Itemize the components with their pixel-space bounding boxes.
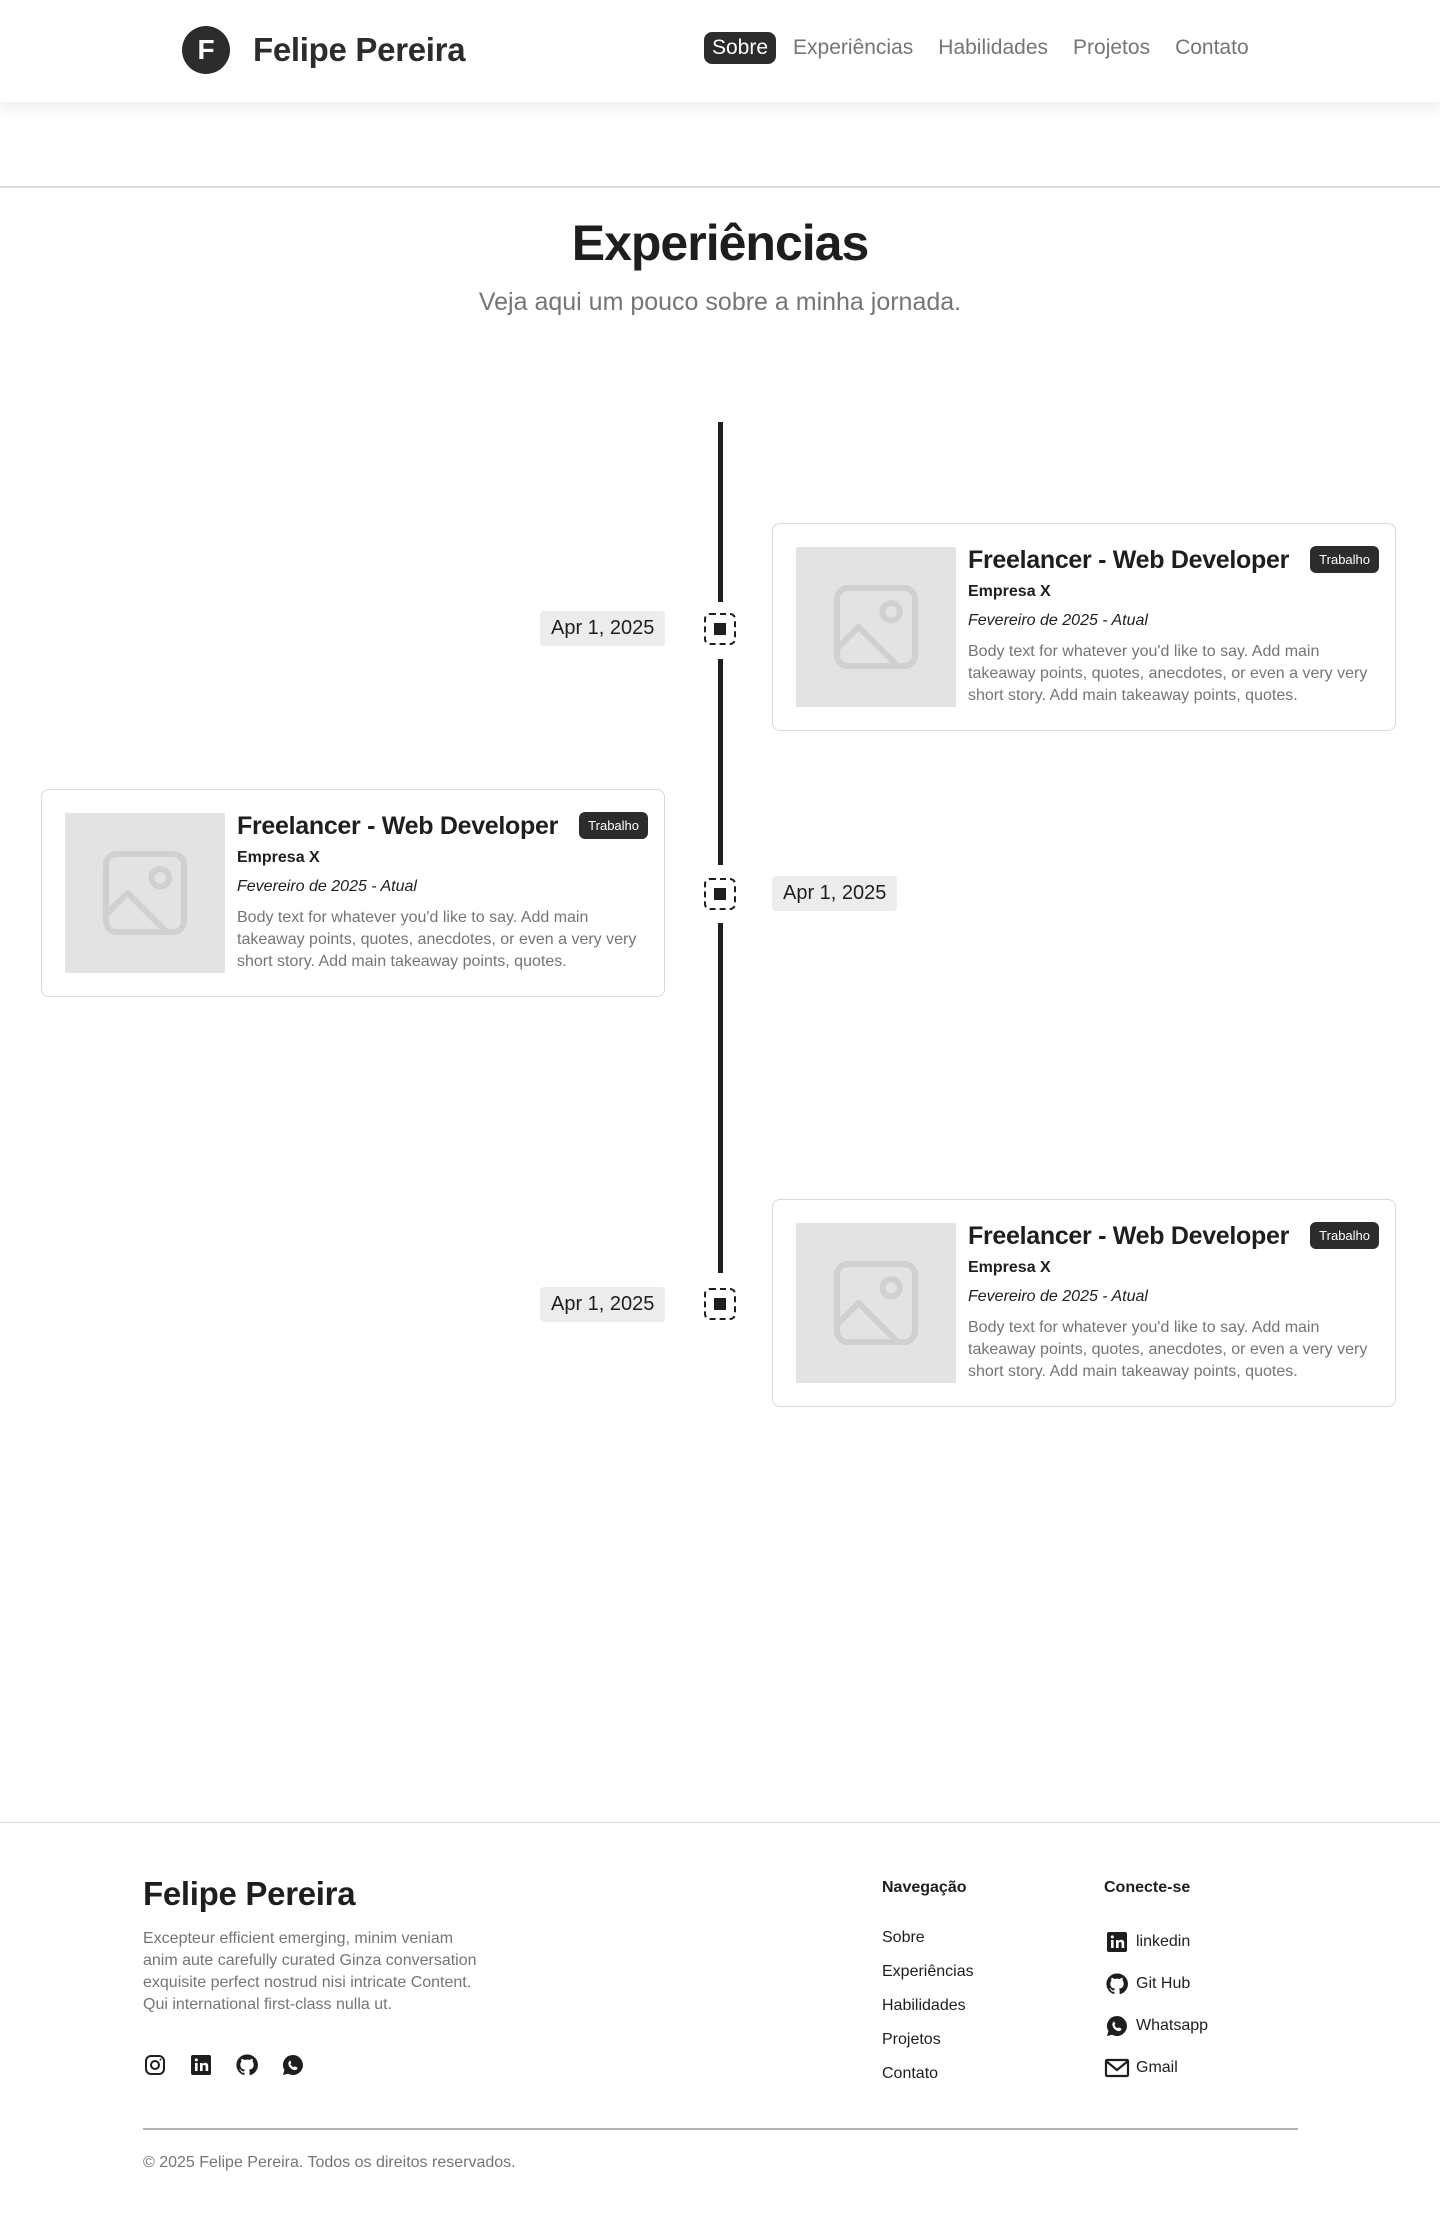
whatsapp-icon (1104, 2013, 1130, 2039)
image-placeholder-icon (796, 1223, 956, 1383)
footer-description: Excepteur efficient emerging, minim veni… (143, 1930, 477, 2013)
connect-linkedin[interactable]: linkedin (1104, 1929, 1190, 1955)
date-tag: Apr 1, 2025 (772, 876, 898, 911)
whatsapp-icon[interactable] (281, 2053, 305, 2077)
footer-social-icons (143, 2053, 327, 2077)
brand-name: Felipe Pereira (253, 31, 466, 68)
footer-divider-top (0, 1822, 1440, 1823)
card-body: Body text for whatever you'd like to say… (968, 643, 1368, 704)
connect-label: Whatsapp (1136, 2017, 1209, 2034)
copyright: © 2025 Felipe Pereira. Todos os direitos… (143, 2154, 516, 2171)
connect-label: Gmail (1136, 2059, 1178, 2076)
connect-github[interactable]: Git Hub (1104, 1971, 1190, 1997)
card-period: Fevereiro de 2025 - Atual (968, 612, 1148, 629)
footer-link-contato[interactable]: Contato (882, 2065, 938, 2083)
card-title: Freelancer - Web Developer (237, 812, 559, 840)
card-title: Freelancer - Web Developer (968, 1222, 1290, 1250)
card-badge: Trabalho (1310, 546, 1379, 573)
timeline-node-dot (714, 888, 726, 900)
timeline-node-dot (714, 623, 726, 635)
timeline-node (704, 613, 736, 645)
footer-link-projetos[interactable]: Projetos (882, 2031, 941, 2049)
date-tag: Apr 1, 2025 (540, 1287, 666, 1322)
timeline-line (718, 659, 723, 865)
github-icon (1104, 1971, 1130, 1997)
connect-label: linkedin (1136, 1933, 1191, 1950)
brand[interactable]: F Felipe Pereira (182, 26, 466, 74)
footer-brand: Felipe Pereira (143, 1875, 356, 1912)
footer-link-experiencias[interactable]: Experiências (882, 1963, 974, 1981)
footer-link-sobre[interactable]: Sobre (882, 1929, 925, 1947)
card-badge: Trabalho (579, 812, 648, 839)
footer-link-habilidades[interactable]: Habilidades (882, 1997, 966, 2015)
footer-connect-title: Conecte-se (1104, 1879, 1191, 1896)
footer-nav-title: Navegação (882, 1879, 967, 1896)
connect-label: Git Hub (1136, 1975, 1191, 1992)
timeline-line (718, 422, 723, 602)
nav-item-experiencias[interactable]: Experiências (785, 32, 921, 64)
card-period: Fevereiro de 2025 - Atual (237, 878, 417, 895)
card-title: Freelancer - Web Developer (968, 546, 1290, 574)
card-company: Empresa X (237, 849, 320, 866)
nav-item-sobre[interactable]: Sobre (704, 32, 777, 64)
connect-gmail[interactable]: Gmail (1104, 2055, 1178, 2081)
card-company: Empresa X (968, 1259, 1051, 1276)
linkedin-icon[interactable] (189, 2053, 213, 2077)
instagram-icon[interactable] (143, 2053, 167, 2077)
card-company: Empresa X (968, 583, 1051, 600)
linkedin-icon (1104, 1929, 1130, 1955)
footer-divider (143, 2128, 1298, 2130)
card-period: Fevereiro de 2025 - Atual (968, 1288, 1148, 1305)
image-placeholder-icon (796, 547, 956, 707)
timeline-node-dot (714, 1298, 726, 1310)
experience-card: Freelancer - Web Developer Trabalho Empr… (772, 523, 1396, 731)
experience-card: Freelancer - Web Developer Trabalho Empr… (41, 789, 665, 997)
timeline-node (704, 878, 736, 910)
nav-item-projetos[interactable]: Projetos (1065, 32, 1158, 64)
nav-item-contato[interactable]: Contato (1167, 32, 1257, 64)
logo-badge: F (182, 26, 230, 74)
mail-icon (1104, 2055, 1130, 2081)
card-body: Body text for whatever you'd like to say… (237, 909, 637, 970)
experience-card: Freelancer - Web Developer Trabalho Empr… (772, 1199, 1396, 1407)
github-icon[interactable] (235, 2053, 259, 2077)
timeline-node (704, 1288, 736, 1320)
card-badge: Trabalho (1310, 1222, 1379, 1249)
section-divider (0, 186, 1440, 188)
nav-item-habilidades[interactable]: Habilidades (930, 32, 1056, 64)
main-nav: Sobre Experiências Habilidades Projetos … (704, 32, 1266, 64)
site-header: F Felipe Pereira Sobre Experiências Habi… (0, 0, 1440, 102)
date-tag: Apr 1, 2025 (540, 611, 666, 646)
timeline-line (718, 923, 723, 1273)
image-placeholder-icon (65, 813, 225, 973)
section-subtitle: Veja aqui um pouco sobre a minha jornada… (478, 288, 962, 316)
section-title: Experiências (571, 215, 870, 271)
card-body: Body text for whatever you'd like to say… (968, 1319, 1368, 1380)
connect-whatsapp[interactable]: Whatsapp (1104, 2013, 1208, 2039)
